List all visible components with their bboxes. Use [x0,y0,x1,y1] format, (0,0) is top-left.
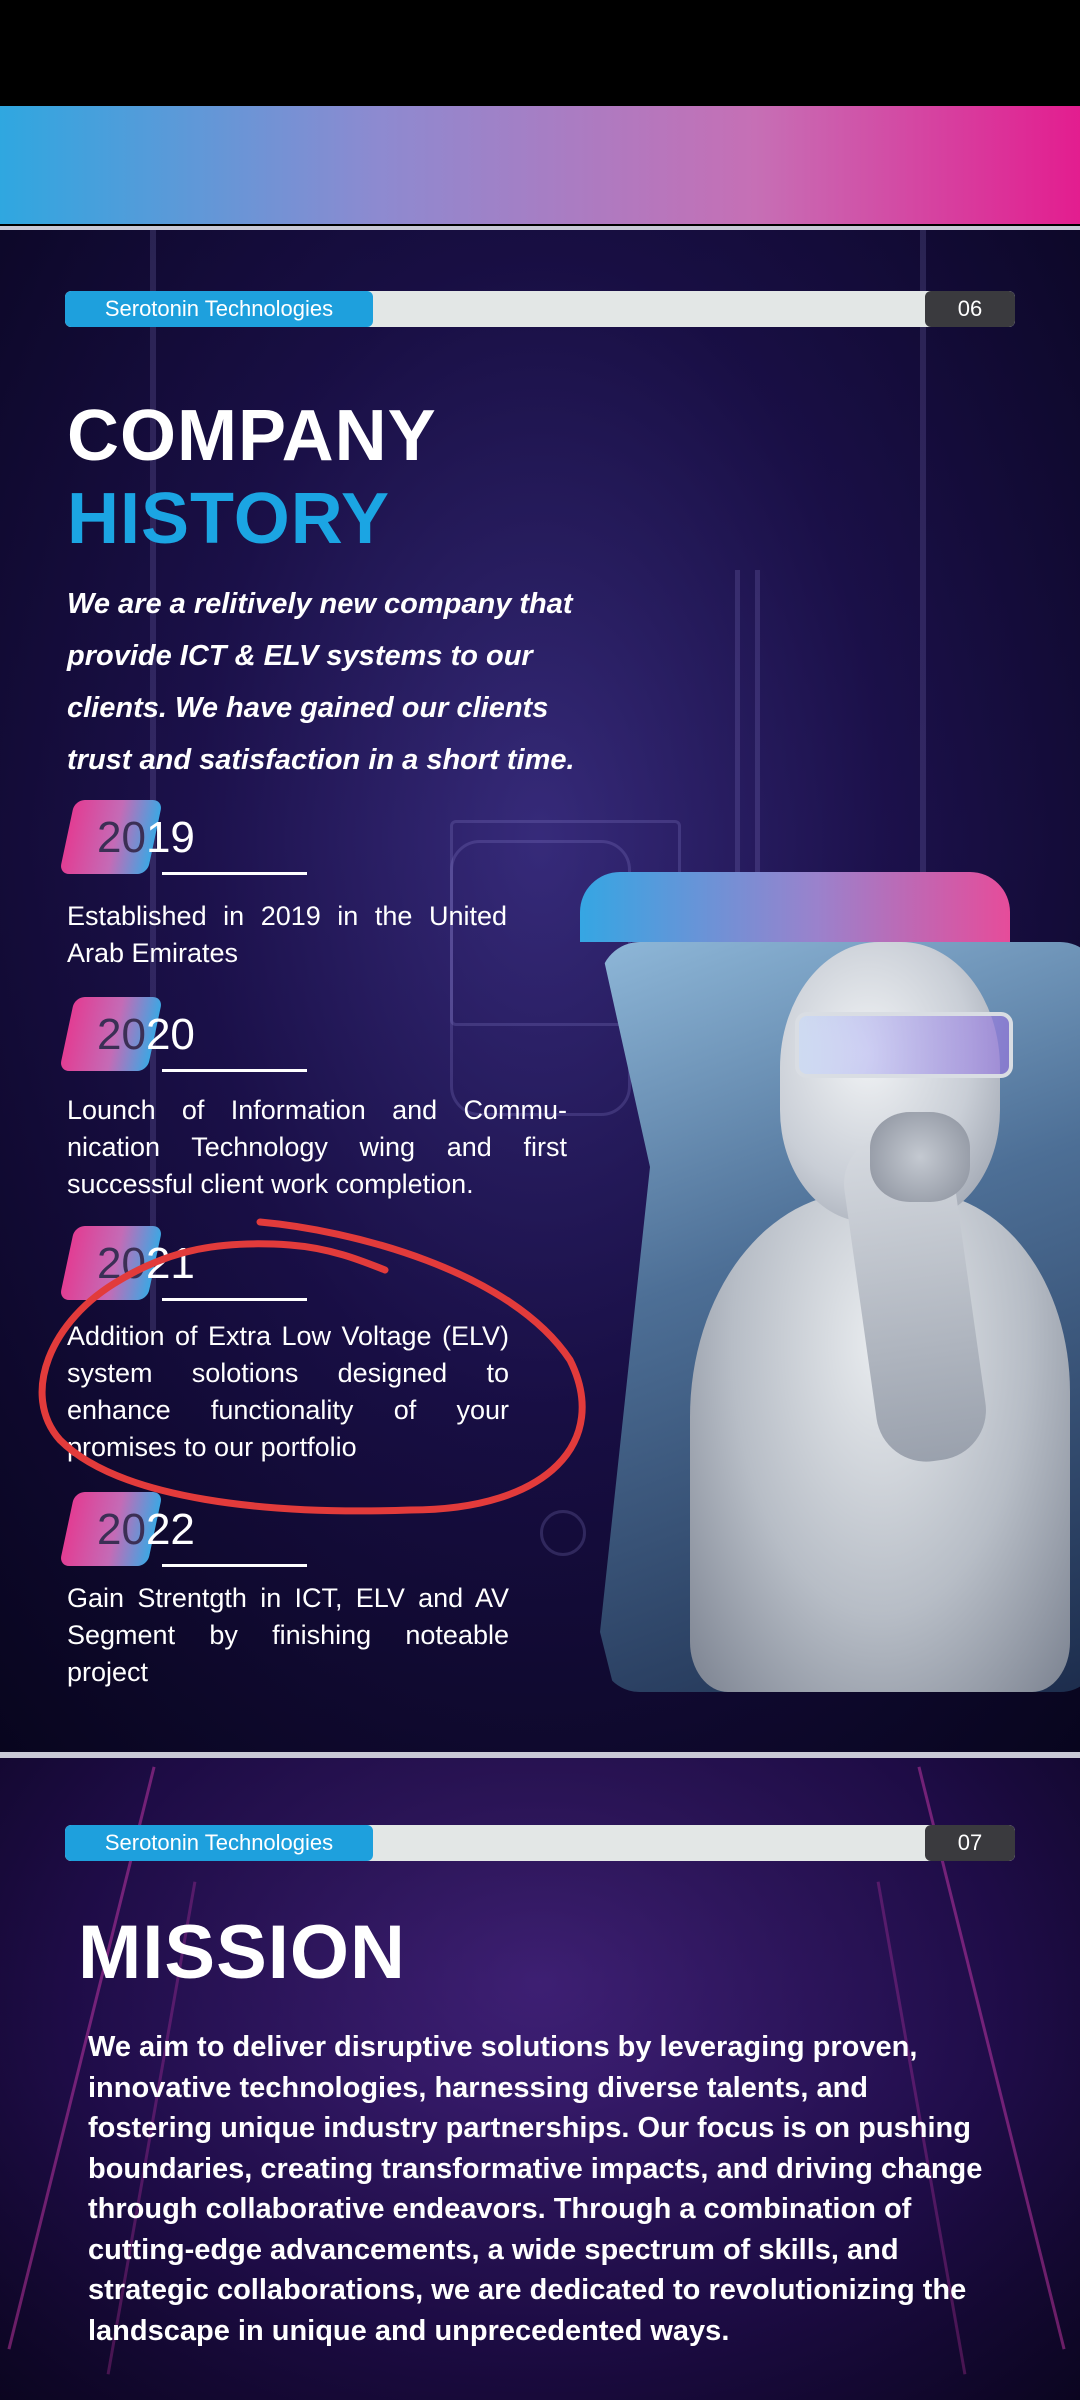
gradient-banner [0,106,1080,230]
intro-line: trust and satisfaction in a short time. [67,744,575,776]
robot-visor [795,1012,1013,1078]
intro-line: We are a relitively new company that [67,588,573,620]
page-number: 06 [925,291,1015,327]
page-title-company: COMPANY [67,396,437,476]
intro-line: provide ICT & ELV systems to our [67,640,533,672]
year-underline [162,1069,307,1072]
year-label: 2021 [97,1239,195,1288]
year-description: Gain Strentgth in ICT, ELV and AV Segmen… [67,1583,509,1687]
mission-paragraph: We aim to deliver disruptive solutions b… [88,2031,983,2347]
robot-image [580,872,1080,1692]
page-number: 07 [925,1825,1015,1861]
page-header-bar: Serotonin Technologies 07 [65,1825,1015,1861]
year-label: 2022 [97,1505,195,1554]
brand-label: Serotonin Technologies [65,1825,373,1861]
page-header-bar: Serotonin Technologies 06 [65,291,1015,327]
year-underline [162,1298,307,1301]
page-title-history: HISTORY [67,479,391,559]
robot-hand [870,1112,970,1202]
year-description: Established in 2019 in the United Arab E… [67,901,507,968]
year-description: Lounch of Information and Commu-nication… [67,1095,567,1199]
intro-line: clients. We have gained our clients [67,692,549,724]
year-label: 2019 [97,813,195,862]
year-label: 2020 [97,1010,195,1059]
page-title-mission: MISSION [78,1910,406,1995]
year-underline [162,872,307,875]
year-underline [162,1564,307,1567]
intro-paragraph: We are a relitively new company that pro… [67,578,647,786]
image-frame-accent [580,872,1010,942]
brand-label: Serotonin Technologies [65,291,373,327]
top-black-strip [0,0,1080,106]
year-description: Addition of Extra Low Voltage (ELV) syst… [67,1321,509,1462]
